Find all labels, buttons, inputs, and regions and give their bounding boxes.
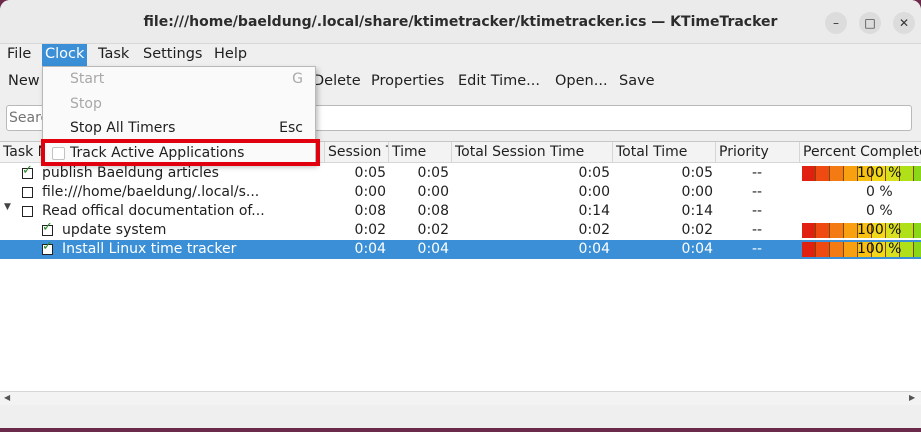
total-time: 0:05 — [681, 165, 713, 181]
percent-complete: 100 % — [857, 165, 902, 181]
session-time: 0:02 — [354, 222, 386, 238]
task-name: update system — [62, 222, 167, 238]
minimize-button[interactable]: – — [825, 12, 847, 34]
percent-complete: 0 % — [866, 184, 893, 200]
task-name: file:///home/baeldung/.local/s... — [42, 184, 260, 200]
percent-complete: 100 % — [857, 241, 902, 257]
task-complete-checkbox[interactable] — [42, 239, 53, 255]
menu-item-start[interactable]: Start G — [43, 67, 315, 92]
col-time[interactable]: Time — [388, 142, 451, 163]
priority: -- — [751, 184, 763, 200]
task-complete-checkbox[interactable] — [42, 220, 53, 236]
time: 0:05 — [417, 165, 449, 181]
stop-all-label: Stop All Timers — [70, 120, 176, 136]
horizontal-scrollbar[interactable]: ◀ ▶ — [0, 391, 921, 405]
start-label: Start — [70, 71, 105, 87]
menu-item-stop-all-timers[interactable]: Stop All Timers Esc — [43, 116, 315, 141]
start-shortcut: G — [292, 71, 303, 87]
table-row[interactable]: publish Baeldung articles 0:05 0:05 0:05 0:0… — [0, 163, 921, 183]
title-bar[interactable]: file:///home/baeldung/.local/share/ktime… — [0, 0, 921, 44]
expand-arrow-icon[interactable]: ▼ — [4, 202, 11, 212]
properties-button[interactable]: Properties — [371, 73, 444, 89]
priority: -- — [751, 203, 763, 219]
close-button[interactable]: ✕ — [893, 12, 915, 34]
priority: -- — [751, 222, 763, 238]
time: 0:02 — [417, 222, 449, 238]
task-table: Task Name Session Time Time Total Sessio… — [0, 141, 921, 391]
total-session-time: 0:00 — [578, 184, 610, 200]
task-complete-checkbox[interactable] — [22, 206, 33, 217]
col-priority[interactable]: Priority — [715, 142, 799, 163]
task-name: Install Linux time tracker — [62, 241, 237, 257]
delete-button[interactable]: Delete — [313, 73, 361, 89]
session-time: 0:08 — [354, 203, 386, 219]
total-time: 0:04 — [681, 241, 713, 257]
menu-settings[interactable]: Settings — [140, 44, 205, 66]
col-percent-complete[interactable]: Percent Complete — [799, 142, 921, 163]
menu-task[interactable]: Task — [95, 44, 132, 66]
percent-complete: 0 % — [866, 203, 893, 219]
save-button[interactable]: Save — [619, 73, 655, 89]
time: 0:08 — [417, 203, 449, 219]
menu-clock[interactable]: Clock — [42, 44, 88, 66]
task-name: Read offical documentation of... — [42, 203, 265, 219]
total-session-time: 0:14 — [578, 203, 610, 219]
menu-bar: File Clock Task Settings Help — [0, 44, 921, 66]
table-row[interactable]: Install Linux time tracker 0:04 0:04 0:04 0:… — [0, 239, 921, 259]
time: 0:00 — [417, 184, 449, 200]
priority: -- — [751, 241, 763, 257]
table-row[interactable]: file:///home/baeldung/.local/s... 0:00 0:0… — [0, 183, 921, 202]
col-total-session-time[interactable]: Total Session Time — [451, 142, 612, 163]
ktimetracker-window: file:///home/baeldung/.local/share/ktime… — [0, 0, 921, 428]
status-bar — [0, 405, 921, 428]
menu-file[interactable]: File — [4, 44, 34, 66]
window-title: file:///home/baeldung/.local/share/ktime… — [143, 14, 778, 30]
total-time: 0:02 — [681, 222, 713, 238]
col-session-time[interactable]: Session Time — [324, 142, 388, 163]
time: 0:04 — [417, 241, 449, 257]
open-button[interactable]: Open... — [555, 73, 608, 89]
total-session-time: 0:02 — [578, 222, 610, 238]
menu-help[interactable]: Help — [211, 44, 250, 66]
percent-complete: 100 % — [857, 222, 902, 238]
col-total-time[interactable]: Total Time — [612, 142, 715, 163]
highlight-annotation-box — [41, 139, 320, 166]
maximize-button[interactable]: □ — [859, 12, 881, 34]
session-time: 0:00 — [354, 184, 386, 200]
priority: -- — [751, 165, 763, 181]
scroll-right-icon[interactable]: ▶ — [909, 393, 915, 402]
task-complete-checkbox[interactable] — [22, 187, 33, 198]
task-complete-checkbox[interactable] — [22, 163, 33, 179]
stop-label: Stop — [70, 96, 102, 112]
table-row[interactable]: update system 0:02 0:02 0:02 0:02 -- 100 % — [0, 220, 921, 240]
total-time: 0:14 — [681, 203, 713, 219]
session-time: 0:05 — [354, 165, 386, 181]
new-task-button[interactable]: New — [8, 73, 40, 89]
scroll-left-icon[interactable]: ◀ — [4, 393, 10, 402]
stop-all-shortcut: Esc — [279, 120, 303, 136]
total-session-time: 0:05 — [578, 165, 610, 181]
session-time: 0:04 — [354, 241, 386, 257]
edit-time-button[interactable]: Edit Time... — [458, 73, 540, 89]
table-row[interactable]: ▼ Read offical documentation of... 0:08 0:0… — [0, 202, 921, 221]
total-session-time: 0:04 — [578, 241, 610, 257]
total-time: 0:00 — [681, 184, 713, 200]
menu-item-stop[interactable]: Stop — [43, 92, 315, 117]
task-name: publish Baeldung articles — [42, 165, 219, 181]
